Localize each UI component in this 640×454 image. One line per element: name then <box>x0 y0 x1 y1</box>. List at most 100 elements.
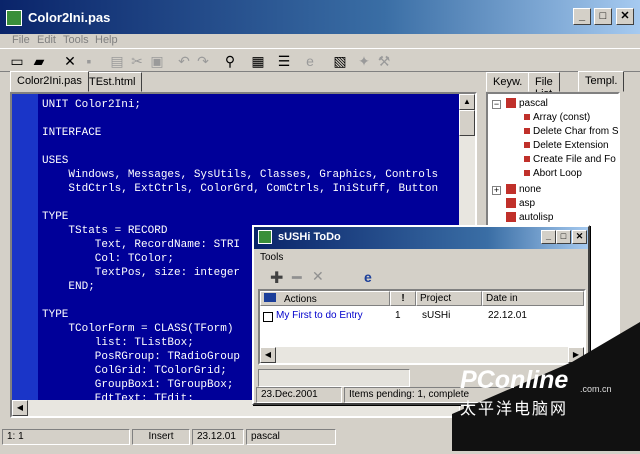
column-header-actions[interactable]: Actions <box>260 291 390 306</box>
script-icon[interactable]: ▧ <box>331 52 349 70</box>
svg-text:.com.cn: .com.cn <box>580 384 612 394</box>
template-icon <box>524 114 530 121</box>
column-header-label: Actions <box>284 294 317 305</box>
tab-templates[interactable]: Templ. <box>578 71 625 92</box>
scroll-up-button[interactable]: ▲ <box>459 94 475 110</box>
scroll-thumb[interactable] <box>459 110 475 136</box>
checklist-icon <box>264 293 276 302</box>
cut-icon[interactable]: ✂ <box>128 52 146 70</box>
entry-date: 22.12.01 <box>488 310 527 321</box>
status-date: 23.12.01 <box>192 429 244 445</box>
delete-icon[interactable]: ✕ <box>61 52 79 70</box>
save-icon[interactable]: ▪ <box>80 52 98 70</box>
redo-icon[interactable]: ↷ <box>194 52 212 70</box>
todo-close-button[interactable]: ✕ <box>572 230 587 244</box>
tree-leaf[interactable]: Array (const) <box>524 112 590 123</box>
column-header-project[interactable]: Project <box>416 291 482 306</box>
tree-node-pascal[interactable]: pascal <box>506 98 548 109</box>
tree-node-label: pascal <box>519 98 548 109</box>
tree-leaf[interactable]: Abort Loop <box>524 168 582 179</box>
main-window: Color2Ini.pas _ □ ✕ File Edit Tools Help… <box>0 0 640 451</box>
tree-leaf[interactable]: Delete Extension <box>524 140 609 151</box>
copy-icon[interactable]: ▤ <box>108 52 126 70</box>
todo-minimize-button[interactable]: _ <box>541 230 556 244</box>
browser-icon[interactable]: e <box>364 269 372 285</box>
tree-leaf-label: Create File and Fo <box>533 154 616 165</box>
tree-leaf-label: Delete Extension <box>533 140 609 151</box>
menu-tools[interactable]: Tools <box>63 34 89 46</box>
expand-toggle[interactable]: + <box>492 186 501 195</box>
tree-leaf[interactable]: Delete Char from S <box>524 126 619 137</box>
entry-priority: 1 <box>395 310 401 321</box>
new-file-icon[interactable]: ▭ <box>8 52 26 70</box>
code-line: TYPE <box>42 211 69 223</box>
menu-file[interactable]: File <box>12 34 30 46</box>
menu-bar: File Edit Tools Help <box>0 34 640 48</box>
tool-icon[interactable]: ⚒ <box>375 52 393 70</box>
todo-app-icon <box>258 230 272 244</box>
svg-text:太平洋电脑网: 太平洋电脑网 <box>460 399 568 418</box>
tree-node-autolisp[interactable]: autolisp <box>506 212 553 223</box>
toolbar: ▭ ▰ ✕ ▪ ▤ ✂ ▣ ↶ ↷ ⚲ ▦ ☰ e ▧ ✦ ⚒ <box>0 48 640 72</box>
code-line: INTERFACE <box>42 127 102 139</box>
tree-leaf-label: Array (const) <box>533 112 591 123</box>
open-folder-icon[interactable]: ▰ <box>30 52 48 70</box>
delete-icon[interactable]: ✕ <box>312 268 324 285</box>
remove-icon[interactable]: ━ <box>292 268 302 288</box>
undo-icon[interactable]: ↶ <box>175 52 193 70</box>
tab-color2ini[interactable]: Color2Ini.pas <box>10 71 89 92</box>
svg-text:PConline: PConline <box>460 366 568 394</box>
folder-icon <box>506 198 516 209</box>
todo-spinner[interactable] <box>412 369 426 387</box>
grid-icon[interactable]: ▦ <box>249 52 267 70</box>
run-icon[interactable]: ✦ <box>355 52 373 70</box>
tree-node-label: autolisp <box>519 212 554 223</box>
scroll-left-button[interactable]: ◀ <box>12 400 28 416</box>
maximize-button[interactable]: □ <box>594 8 612 25</box>
todo-title-bar[interactable]: sUSHi ToDo _ □ ✕ <box>254 227 588 249</box>
window-title: Color2Ini.pas <box>28 10 111 25</box>
todo-title: sUSHi ToDo <box>278 231 341 243</box>
todo-menu-tools[interactable]: Tools <box>260 252 283 263</box>
tree-node-none[interactable]: none <box>506 184 541 195</box>
column-header-date[interactable]: Date in <box>482 291 584 306</box>
tree-leaf-label: Abort Loop <box>533 168 582 179</box>
code-line: StdCtrls, ExtCtrls, ColorGrd, ComCtrls, … <box>42 183 439 195</box>
tree-node-label: none <box>519 184 542 195</box>
template-icon <box>524 170 530 177</box>
todo-maximize-button[interactable]: □ <box>556 230 571 244</box>
status-language: pascal <box>246 429 336 445</box>
minimize-button[interactable]: _ <box>573 8 591 25</box>
todo-notes-field[interactable] <box>258 369 410 387</box>
entry-action[interactable]: My First to do Entry <box>276 310 363 321</box>
folder-icon <box>506 212 516 223</box>
tab-keywords[interactable]: Keyw. <box>486 72 530 92</box>
tab-file-list[interactable]: File List <box>528 72 560 100</box>
tree-leaf[interactable]: Create File and Fo <box>524 154 616 165</box>
close-button[interactable]: ✕ <box>616 8 634 25</box>
folder-icon <box>506 98 516 109</box>
scroll-left-button[interactable]: ◀ <box>260 347 276 363</box>
code-line: Windows, Messages, SysUtils, Classes, Gr… <box>42 169 439 181</box>
tab-test-html[interactable]: TEst.html <box>82 72 143 92</box>
column-header-priority[interactable]: ! <box>390 291 416 306</box>
checklist-icon[interactable]: ☰ <box>275 52 293 70</box>
collapse-toggle[interactable]: − <box>492 100 501 109</box>
template-icon <box>524 156 530 163</box>
title-bar[interactable]: Color2Ini.pas _ □ ✕ <box>0 0 640 34</box>
browser-icon[interactable]: e <box>301 52 319 70</box>
template-icon <box>524 128 530 135</box>
menu-edit[interactable]: Edit <box>37 34 56 46</box>
tree-node-asp[interactable]: asp <box>506 198 535 209</box>
folder-icon <box>506 184 516 195</box>
entry-checkbox[interactable] <box>263 312 273 322</box>
todo-status-date: 23.Dec.2001 <box>256 387 342 403</box>
menu-help[interactable]: Help <box>95 34 118 46</box>
add-icon[interactable]: ✚ <box>270 268 283 288</box>
tree-leaf-label: Delete Char from S <box>533 126 619 137</box>
binoculars-icon[interactable]: ⚲ <box>221 52 239 70</box>
paste-icon[interactable]: ▣ <box>148 52 166 70</box>
